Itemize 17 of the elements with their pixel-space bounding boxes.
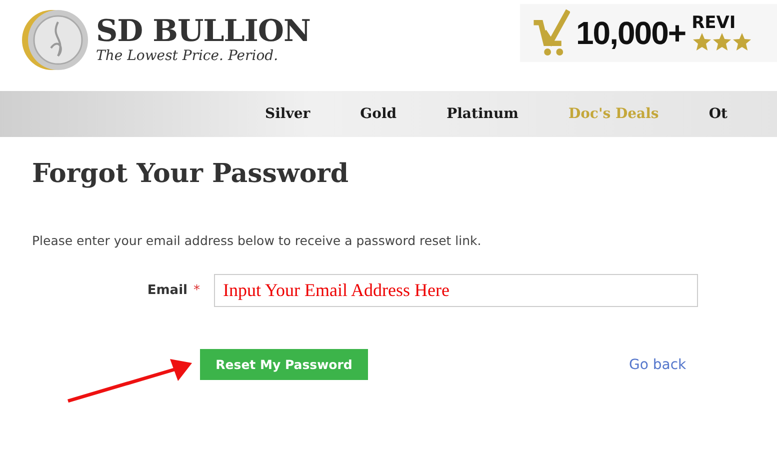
email-label: Email [147, 283, 188, 298]
page-title: Forgot Your Password [32, 159, 350, 189]
brand-name: SD BULLION [96, 16, 310, 48]
nav-link[interactable]: Platinum [446, 106, 518, 122]
star-icon [712, 32, 732, 52]
nav-link[interactable]: Silver [265, 106, 310, 122]
review-count: 10,000+ [576, 14, 686, 52]
star-icon [692, 32, 712, 52]
instructions-text: Please enter your email address below to receive a password reset link. [32, 233, 482, 248]
reviews-label: REVI [692, 14, 737, 32]
nav-link[interactable]: Gold [360, 106, 397, 122]
star-icon [732, 32, 752, 52]
go-back-link[interactable]: Go back [629, 356, 686, 372]
brand-tagline: The Lowest Price. Period. [96, 48, 280, 64]
email-field[interactable]: Input Your Email Address Here [214, 274, 698, 307]
nav-link[interactable]: Ot [708, 106, 728, 122]
required-marker: * [194, 283, 200, 298]
